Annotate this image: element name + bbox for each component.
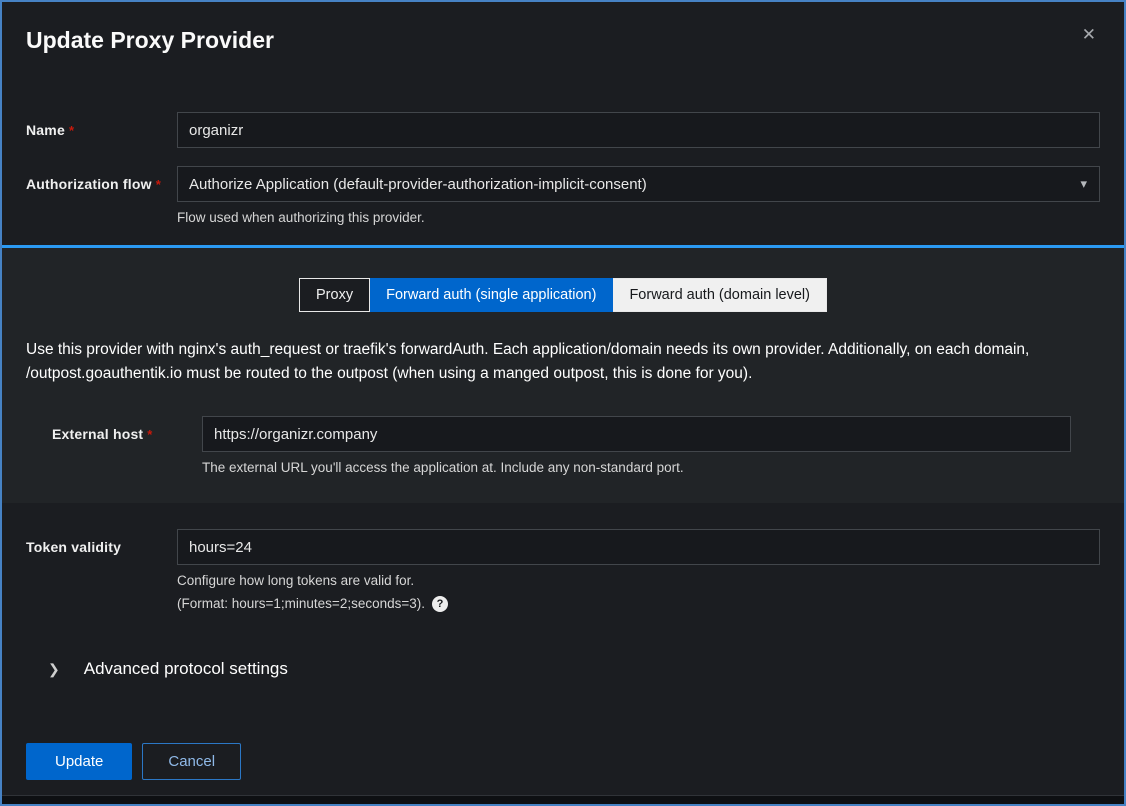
authorization-flow-row: Authorization flow * Authorize Applicatio… <box>26 166 1100 227</box>
name-required-asterisk: * <box>69 123 74 138</box>
authorization-flow-selected-value: Authorize Application (default-provider-… <box>189 176 647 193</box>
external-host-help: The external URL you'll access the appli… <box>202 459 1071 477</box>
name-field-row: Name * <box>26 112 1100 148</box>
external-host-row: External host * The external URL you'll a… <box>26 416 1100 477</box>
modal-body: Update Proxy Provider ✕ Name * Authorizat… <box>2 2 1124 795</box>
cancel-button[interactable]: Cancel <box>142 743 241 780</box>
authorization-flow-help: Flow used when authorizing this provider… <box>177 209 1100 227</box>
token-validity-help: Configure how long tokens are valid for. <box>177 572 1100 590</box>
authorization-flow-select[interactable]: Authorize Application (default-provider-… <box>177 166 1100 202</box>
chevron-down-icon: ▾ <box>1080 176 1087 192</box>
external-host-label-text: External host <box>52 426 143 442</box>
proxy-mode-card: Proxy Forward auth (single application) … <box>2 245 1124 503</box>
token-validity-label-text: Token validity <box>26 539 121 555</box>
provider-mode-description: Use this provider with nginx's auth_requ… <box>26 338 1100 386</box>
help-icon[interactable]: ? <box>432 596 448 612</box>
name-control <box>177 112 1100 148</box>
modal-actions: Update Cancel <box>26 743 1100 780</box>
authorization-flow-label-text: Authorization flow <box>26 176 152 192</box>
token-validity-row: Token validity Configure how long tokens… <box>26 529 1100 613</box>
external-host-input[interactable] <box>202 416 1071 452</box>
advanced-settings-label: Advanced protocol settings <box>84 659 288 679</box>
proxy-mode-toggle-group: Proxy Forward auth (single application) … <box>26 278 1100 312</box>
authorization-flow-required-asterisk: * <box>156 177 161 192</box>
toggle-forward-auth-single-application[interactable]: Forward auth (single application) <box>370 278 613 312</box>
authorization-flow-label: Authorization flow * <box>26 166 177 192</box>
update-button[interactable]: Update <box>26 743 132 780</box>
name-label-text: Name <box>26 122 65 138</box>
close-button[interactable]: ✕ <box>1078 24 1100 45</box>
advanced-settings-toggle[interactable]: ❯ Advanced protocol settings <box>48 659 288 679</box>
token-validity-input[interactable] <box>177 529 1100 565</box>
external-host-required-asterisk: * <box>147 427 152 442</box>
page-bottom-strip <box>2 795 1124 804</box>
page-title: Update Proxy Provider <box>26 24 274 56</box>
modal-header: Update Proxy Provider ✕ <box>26 24 1100 56</box>
token-validity-format-help: (Format: hours=1;minutes=2;seconds=3). ? <box>177 595 1100 613</box>
update-proxy-provider-modal: Update Proxy Provider ✕ Name * Authorizat… <box>0 0 1126 806</box>
external-host-label: External host * <box>52 416 202 442</box>
token-validity-format-text: (Format: hours=1;minutes=2;seconds=3). <box>177 595 425 613</box>
name-input[interactable] <box>177 112 1100 148</box>
chevron-right-icon: ❯ <box>48 661 60 678</box>
token-validity-control: Configure how long tokens are valid for.… <box>177 529 1100 613</box>
external-host-control: The external URL you'll access the appli… <box>202 416 1071 477</box>
token-validity-label: Token validity <box>26 529 177 555</box>
toggle-forward-auth-domain-level[interactable]: Forward auth (domain level) <box>613 278 827 312</box>
authorization-flow-control: Authorize Application (default-provider-… <box>177 166 1100 227</box>
name-label: Name * <box>26 112 177 138</box>
close-icon: ✕ <box>1082 25 1096 44</box>
toggle-proxy[interactable]: Proxy <box>299 278 370 312</box>
